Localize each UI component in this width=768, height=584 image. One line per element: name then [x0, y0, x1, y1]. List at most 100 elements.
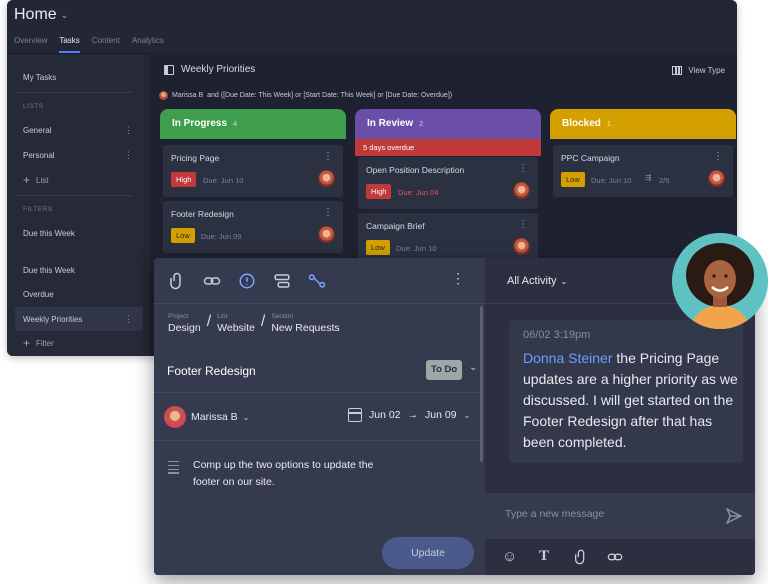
avatar [318, 170, 335, 187]
chevron-down-icon[interactable]: ⌄ [469, 362, 477, 373]
column-name: In Progress [172, 118, 228, 129]
app-title[interactable]: Home ⌄ [14, 6, 68, 24]
divider [154, 392, 485, 393]
avatar [318, 226, 335, 243]
board-title-text: Weekly Priorities [181, 64, 256, 75]
breadcrumb-list[interactable]: List Website [217, 313, 255, 334]
description-icon [168, 461, 179, 476]
task-description[interactable]: Comp up the two options to update the fo… [193, 457, 403, 491]
more-icon[interactable]: ⋮ [451, 270, 465, 287]
more-icon[interactable]: ⋮ [518, 163, 528, 174]
scrollbar[interactable] [480, 306, 483, 462]
assignee-name: Marissa B [191, 411, 238, 423]
more-icon[interactable]: ⋮ [124, 150, 133, 161]
breadcrumb-label: Section [271, 313, 294, 320]
tab-overview[interactable]: Overview [14, 36, 47, 53]
more-icon[interactable]: ⋮ [713, 151, 723, 162]
tab-analytics[interactable]: Analytics [132, 36, 164, 53]
column-name: In Review [367, 118, 414, 129]
sidebar-item-weekly-priorities[interactable]: Weekly Priorities [23, 315, 82, 324]
more-icon[interactable]: ⋮ [323, 207, 333, 218]
breadcrumb-label: List [217, 313, 228, 320]
filter-text: and ([Due Date: This Week] or [Start Dat… [207, 92, 453, 99]
task-card[interactable]: PPC Campaign ⋮ Low Due: Jun 10 ⇶ 2/5 [553, 145, 733, 197]
due-date: Due: Jun 10 [396, 244, 437, 253]
add-list-button[interactable]: + List [23, 173, 48, 187]
sidebar-item-due-this-week[interactable]: Due this Week [23, 229, 75, 238]
task-card[interactable]: Open Position Description ⋮ High Due: Ju… [358, 157, 538, 209]
column-name: Blocked [562, 118, 601, 129]
assignee-selector[interactable]: Marissa B ⌄ [164, 406, 249, 428]
priority-badge: High [171, 172, 197, 187]
status-badge[interactable]: To Do [426, 360, 463, 380]
paperclip-icon[interactable] [573, 549, 589, 565]
column-count: 1 [606, 119, 612, 128]
message-input[interactable]: Type a new message [505, 508, 604, 520]
dependency-icon[interactable] [306, 270, 328, 292]
more-icon[interactable]: ⋮ [124, 314, 133, 325]
text-format-icon[interactable]: T [539, 548, 549, 565]
tab-content[interactable]: Content [92, 36, 120, 53]
sidebar-item-general[interactable]: General [23, 126, 51, 135]
filter-summary: Marissa B and ([Due Date: This Week] or … [159, 91, 452, 100]
add-list-label: List [36, 175, 49, 185]
more-icon[interactable]: ⋮ [124, 125, 133, 136]
link-icon[interactable] [606, 549, 624, 565]
chevron-down-icon: ⌄ [60, 9, 69, 20]
avatar-illustration [672, 233, 768, 329]
sidebar: My Tasks LISTS General ⋮ Personal ⋮ + Li… [7, 55, 143, 356]
column-count: 4 [233, 119, 238, 128]
add-filter-button[interactable]: + Filter [23, 336, 54, 350]
avatar [513, 182, 530, 199]
link-icon[interactable] [201, 270, 223, 292]
plus-icon: + [23, 336, 31, 350]
subtask-count: 2/5 [659, 176, 670, 185]
more-icon[interactable]: ⋮ [323, 151, 333, 162]
task-title[interactable]: Footer Redesign [167, 364, 256, 378]
send-icon[interactable] [725, 507, 743, 525]
overdue-banner: 5 days overdue [355, 139, 541, 156]
subtask-icon[interactable] [271, 270, 293, 292]
activity-filter-dropdown[interactable]: All Activity ⌄ [507, 275, 567, 287]
column-header[interactable]: In Review 2 [355, 109, 541, 139]
chevron-down-icon: ⌄ [242, 412, 250, 422]
card-title: Open Position Description [366, 165, 465, 175]
columns-icon [672, 66, 683, 75]
task-detail-left: ⋮ Project Design / List Website / Sectio… [154, 258, 485, 575]
task-card[interactable]: Footer Redesign ⋮ Low Due: Jun 09 [163, 201, 343, 253]
avatar [159, 91, 168, 100]
breadcrumb-separator: / [260, 313, 266, 330]
add-filter-label: Filter [36, 338, 54, 348]
sidebar-item-overdue[interactable]: Overdue [23, 290, 54, 299]
date-range-selector[interactable]: Jun 02 → Jun 09 ⌄ [348, 408, 470, 422]
divider [154, 440, 485, 441]
mention-link[interactable]: Donna Steiner [523, 350, 613, 366]
alert-icon[interactable] [236, 270, 258, 292]
paperclip-icon[interactable] [166, 270, 188, 292]
column-header[interactable]: In Progress 4 [160, 109, 346, 139]
card-title: PPC Campaign [561, 153, 620, 163]
more-icon[interactable]: ⋮ [518, 219, 528, 230]
due-date: Due: Jun 10 [591, 176, 632, 185]
divider [15, 92, 133, 93]
sidebar-item-personal[interactable]: Personal [23, 151, 55, 160]
arrow-right-icon: → [407, 409, 419, 421]
comment-timestamp: 06/02 3:19pm [523, 329, 591, 341]
view-type-button[interactable]: View Type [672, 66, 725, 75]
breadcrumb-value: Website [217, 322, 255, 334]
task-card[interactable]: Pricing Page ⋮ High Due: Jun 10 [163, 145, 343, 197]
breadcrumb-section[interactable]: Section New Requests [271, 313, 339, 334]
breadcrumb-project[interactable]: Project Design [168, 313, 201, 334]
emoji-icon[interactable]: ☺ [502, 548, 517, 565]
tab-tasks[interactable]: Tasks [59, 36, 80, 53]
view-type-label: View Type [688, 66, 725, 75]
column-header[interactable]: Blocked 1 [550, 109, 736, 139]
card-title: Pricing Page [171, 153, 220, 163]
plus-icon: + [23, 173, 31, 187]
update-button[interactable]: Update [382, 537, 474, 569]
sidebar-item-due-this-week-2[interactable]: Due this Week [23, 266, 75, 275]
breadcrumb-value: New Requests [271, 322, 340, 334]
app-header: Home ⌄ Overview Tasks Content Analytics [7, 0, 737, 54]
sidebar-item-my-tasks[interactable]: My Tasks [23, 73, 56, 82]
subtask-icon: ⇶ [645, 173, 652, 182]
